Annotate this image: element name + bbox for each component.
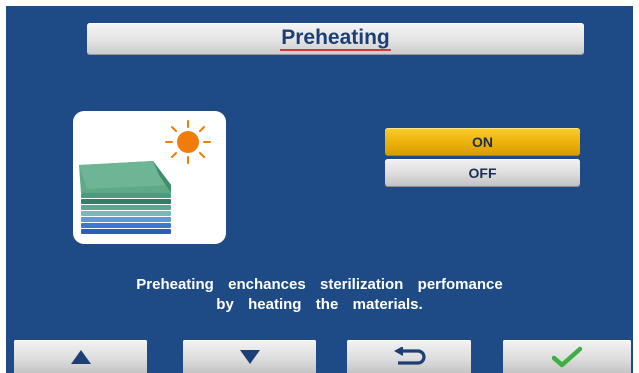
description-line-2: by heating the materials. — [216, 296, 423, 313]
description-line-1: Preheating enchances sterilization perfo… — [136, 276, 503, 293]
off-button-label: OFF — [468, 165, 497, 181]
off-button[interactable]: OFF — [385, 159, 580, 187]
down-arrow-icon — [239, 349, 260, 364]
on-button-label: ON — [472, 134, 493, 150]
up-arrow-icon — [70, 349, 91, 364]
return-button[interactable] — [347, 340, 471, 373]
return-icon — [394, 346, 426, 365]
sun-icon — [165, 120, 211, 164]
on-button[interactable]: ON — [385, 128, 580, 156]
down-button[interactable] — [183, 340, 316, 373]
description-text: Preheating enchances sterilization perfo… — [6, 275, 633, 315]
preheating-illustration — [73, 111, 226, 244]
title-bar: Preheating — [87, 23, 584, 55]
confirm-button[interactable] — [503, 340, 631, 373]
page-title: Preheating — [280, 26, 391, 51]
up-button[interactable] — [14, 340, 147, 373]
preheating-screen: Preheating ON OFF Preheating enchances s… — [6, 6, 633, 373]
checkmark-icon — [552, 346, 582, 367]
